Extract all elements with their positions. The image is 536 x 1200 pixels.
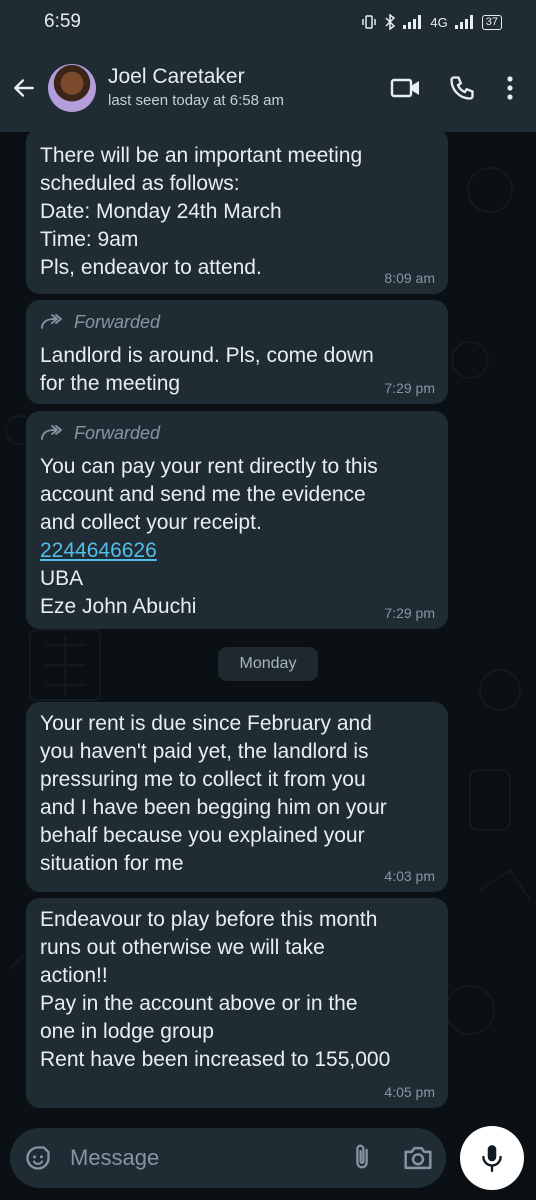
camera-icon[interactable] xyxy=(402,1144,434,1172)
message-bubble[interactable]: Your rent is due since February and you … xyxy=(26,702,448,892)
message-time: 7:29 pm xyxy=(384,380,435,396)
voice-call-button[interactable] xyxy=(434,58,490,118)
video-call-icon xyxy=(390,78,419,98)
last-seen: last seen today at 6:58 am xyxy=(108,92,284,109)
message-text: There will be an important meeting sched… xyxy=(40,144,363,279)
message-text: Endeavour to play before this month runs… xyxy=(40,908,391,1071)
vibrate-icon xyxy=(362,15,377,29)
forwarded-label: Forwarded xyxy=(40,419,434,447)
message-bubble[interactable]: Forwarded Landlord is around. Pls, come … xyxy=(26,300,448,404)
chat-header: Joel Caretaker last seen today at 6:58 a… xyxy=(0,44,536,132)
voice-call-icon xyxy=(450,76,474,100)
contact-name: Joel Caretaker xyxy=(108,65,245,88)
signal-icon xyxy=(403,15,422,29)
status-bar: 6:59 4G 37 xyxy=(0,0,536,44)
emoji-icon[interactable] xyxy=(24,1144,52,1172)
account-number-row: 2244646626 xyxy=(40,537,434,565)
message-bubble[interactable]: There will be an important meeting sched… xyxy=(26,132,448,294)
contact-info[interactable]: Joel Caretaker last seen today at 6:58 a… xyxy=(108,64,378,112)
message-text: Landlord is around. Pls, come down for t… xyxy=(40,344,374,395)
video-call-button[interactable] xyxy=(378,58,434,118)
more-options-icon xyxy=(507,76,513,100)
more-options-button[interactable] xyxy=(490,58,530,118)
message-bubble[interactable]: Endeavour to play before this month runs… xyxy=(26,898,448,1108)
avatar[interactable] xyxy=(48,64,96,112)
forwarded-text: Forwarded xyxy=(74,311,161,332)
back-button[interactable] xyxy=(2,58,46,118)
message-time: 4:03 pm xyxy=(384,868,435,884)
account-name: Eze John Abuchi xyxy=(40,595,197,618)
day-separator: Monday xyxy=(218,647,318,681)
bank-name: UBA xyxy=(40,567,84,590)
message-time: 7:29 pm xyxy=(384,605,435,621)
bluetooth-icon xyxy=(385,14,396,30)
message-text: Your rent is due since February and you … xyxy=(40,712,387,875)
message-text: You can pay your rent directly to this a… xyxy=(40,455,378,534)
signal-icon-2 xyxy=(454,15,473,29)
mic-icon xyxy=(482,1145,502,1173)
message-time: 4:05 pm xyxy=(384,1084,435,1100)
attach-icon[interactable] xyxy=(348,1143,376,1173)
forwarded-icon xyxy=(41,425,62,440)
back-arrow-icon xyxy=(14,79,34,97)
status-time: 6:59 xyxy=(44,11,81,32)
message-input-box[interactable]: Message xyxy=(10,1128,446,1188)
battery-indicator: 37 xyxy=(481,14,502,30)
network-type: 4G xyxy=(430,14,448,30)
forwarded-label: Forwarded xyxy=(40,308,434,336)
forwarded-text: Forwarded xyxy=(74,422,161,443)
message-list[interactable]: There will be an important meeting sched… xyxy=(0,132,536,1122)
message-time: 8:09 am xyxy=(384,270,435,286)
message-composer: Message xyxy=(0,1122,536,1200)
mic-button[interactable] xyxy=(460,1126,524,1190)
forwarded-icon xyxy=(41,314,62,329)
message-input[interactable]: Message xyxy=(70,1145,348,1171)
account-number-link[interactable]: 2244646626 xyxy=(40,539,157,562)
status-icons: 4G 37 xyxy=(361,14,502,30)
message-bubble[interactable]: Forwarded You can pay your rent directly… xyxy=(26,411,448,629)
